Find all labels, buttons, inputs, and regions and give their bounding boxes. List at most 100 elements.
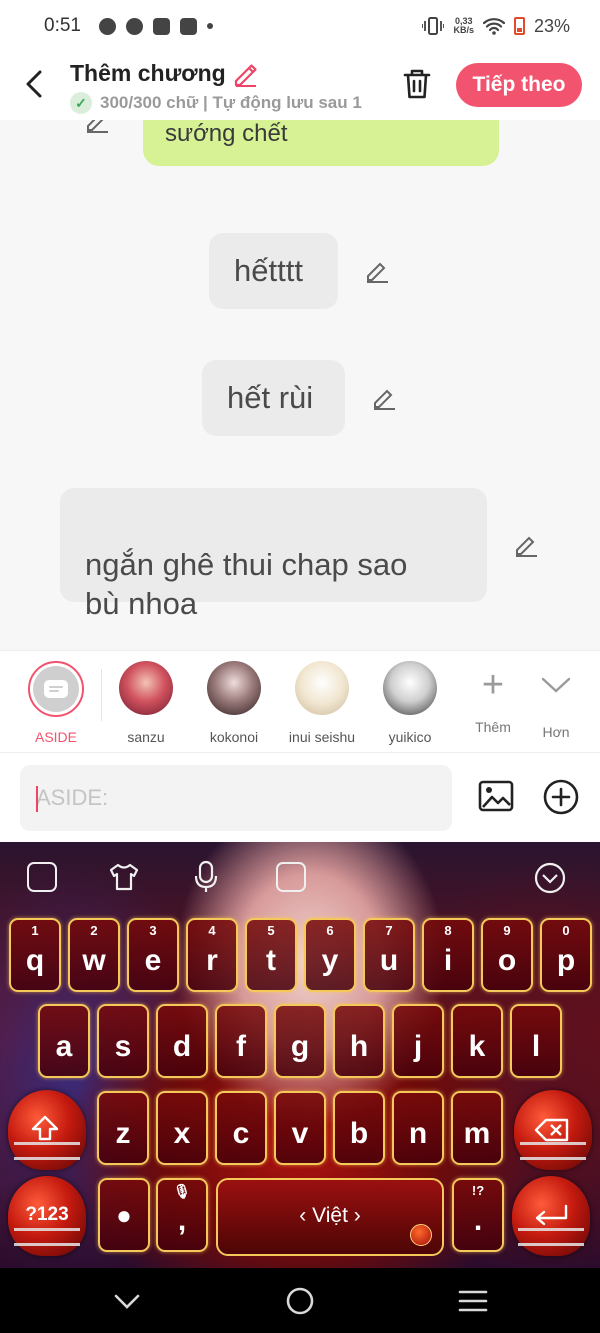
key-y[interactable]: 6y <box>304 918 356 992</box>
back-nav-icon[interactable] <box>110 1284 144 1318</box>
key-label: e <box>144 944 162 977</box>
message-bubble[interactable]: hếtttt <box>209 233 338 309</box>
key-label: h <box>349 1030 369 1063</box>
key-i[interactable]: 8i <box>422 918 474 992</box>
app-notification-icon <box>98 17 116 35</box>
key-label: a <box>55 1030 73 1063</box>
period-key[interactable]: !? . <box>452 1178 504 1252</box>
symbols-key[interactable]: ?123 <box>8 1176 86 1256</box>
character-name: yuikico <box>388 729 432 745</box>
space-key[interactable]: ‹ Việt › <box>216 1178 444 1256</box>
character-yuikico[interactable]: yuikico <box>370 661 450 745</box>
key-z[interactable]: z <box>97 1091 149 1165</box>
message-text: sướng chết <box>165 120 288 147</box>
home-nav-icon[interactable] <box>283 1284 317 1318</box>
more-characters-button[interactable]: Hơn <box>526 663 586 740</box>
key-v[interactable]: v <box>274 1091 326 1165</box>
mic-hint-icon: 🎙 <box>173 1183 191 1199</box>
shift-key[interactable] <box>8 1090 86 1170</box>
key-label: t <box>266 944 276 977</box>
chevron-left-icon <box>26 70 42 98</box>
edit-message-icon[interactable] <box>84 120 110 134</box>
shift-icon <box>31 1115 59 1141</box>
backspace-key[interactable] <box>514 1090 592 1170</box>
microphone-icon[interactable] <box>192 860 220 894</box>
comma-key[interactable]: 🎙 , <box>156 1178 208 1252</box>
character-inui-seishu[interactable]: inui seishu <box>282 661 362 745</box>
key-x[interactable]: x <box>156 1091 208 1165</box>
key-d[interactable]: d <box>156 1004 208 1078</box>
key-b[interactable]: b <box>333 1091 385 1165</box>
key-a[interactable]: a <box>38 1004 90 1078</box>
key-n[interactable]: n <box>392 1091 444 1165</box>
key-r[interactable]: 4r <box>186 918 238 992</box>
key-e[interactable]: 3e <box>127 918 179 992</box>
key-label: b <box>349 1117 369 1150</box>
message-text: ngắn ghê thui chap sao bù nhoa <box>85 547 408 621</box>
key-j[interactable]: j <box>392 1004 444 1078</box>
image-icon <box>478 780 514 812</box>
system-indicators: 0,33 KB/s 23% <box>422 16 570 37</box>
key-label: r <box>206 944 218 977</box>
theme-shirt-icon[interactable] <box>108 862 140 892</box>
key-s[interactable]: s <box>97 1004 149 1078</box>
edit-message-icon[interactable] <box>513 532 539 558</box>
plus-circle-icon <box>543 779 579 815</box>
star-app-icon <box>179 17 197 35</box>
message-bubble[interactable]: ngắn ghê thui chap sao bù nhoa <box>60 488 487 621</box>
key-number-hint: 8 <box>444 923 452 938</box>
sticker-icon[interactable] <box>276 862 306 892</box>
plus-icon: + <box>481 664 505 706</box>
key-label: u <box>379 944 399 977</box>
recents-nav-icon[interactable] <box>456 1284 490 1318</box>
key-label: s <box>114 1030 132 1063</box>
key-g[interactable]: g <box>274 1004 326 1078</box>
period-hint: !? <box>471 1183 485 1198</box>
message-text: hếtttt <box>234 253 303 288</box>
key-label: m <box>463 1117 491 1150</box>
title-row: Thêm chương <box>70 60 258 87</box>
key-label: i <box>443 944 453 977</box>
add-button[interactable] <box>542 778 580 816</box>
key-w[interactable]: 2w <box>68 918 120 992</box>
message-bubble[interactable]: hết rùi <box>202 360 345 436</box>
key-h[interactable]: h <box>333 1004 385 1078</box>
key-o[interactable]: 9o <box>481 918 533 992</box>
character-name: kokonoi <box>209 729 259 745</box>
key-f[interactable]: f <box>215 1004 267 1078</box>
play-icon <box>152 17 170 35</box>
net-speed: 0,33 KB/s <box>453 17 474 35</box>
add-character-button[interactable]: + Thêm <box>463 663 523 735</box>
collapse-keyboard-icon[interactable] <box>534 862 566 894</box>
add-character-label: Thêm <box>475 719 511 735</box>
word-count-status: 300/300 chữ | Tự động lưu sau 1 <box>100 93 362 112</box>
key-p[interactable]: 0p <box>540 918 592 992</box>
character-aside[interactable]: ASIDE <box>16 661 96 745</box>
message-bubble[interactable]: sướng chết <box>143 120 499 166</box>
key-k[interactable]: k <box>451 1004 503 1078</box>
key-u[interactable]: 7u <box>363 918 415 992</box>
key-m[interactable]: m <box>451 1091 503 1165</box>
key-number-hint: 0 <box>562 923 570 938</box>
edit-message-icon[interactable] <box>371 385 397 411</box>
emoji-key[interactable]: ● <box>98 1178 150 1252</box>
key-q[interactable]: 1q <box>9 918 61 992</box>
key-c[interactable]: c <box>215 1091 267 1165</box>
message-input[interactable] <box>20 765 452 831</box>
next-button[interactable]: Tiếp theo <box>456 63 582 107</box>
delete-button[interactable] <box>400 66 434 102</box>
key-label: g <box>290 1030 310 1063</box>
key-l[interactable]: l <box>510 1004 562 1078</box>
insert-image-button[interactable] <box>478 778 514 814</box>
key-t[interactable]: 5t <box>245 918 297 992</box>
character-kokonoi[interactable]: kokonoi <box>194 661 274 745</box>
message-text: hết rùi <box>227 380 314 415</box>
character-selector: ASIDE sanzu kokonoi inui seishu yuikico … <box>0 650 600 752</box>
chat-area[interactable]: sướng chết hếtttt hết rùi ngắn ghê thui … <box>0 120 600 650</box>
enter-key[interactable] <box>512 1176 590 1256</box>
character-sanzu[interactable]: sanzu <box>106 661 186 745</box>
back-button[interactable] <box>20 66 50 102</box>
emoji-icon[interactable] <box>27 862 57 892</box>
edit-message-icon[interactable] <box>364 258 390 284</box>
edit-title-icon[interactable] <box>232 61 258 87</box>
